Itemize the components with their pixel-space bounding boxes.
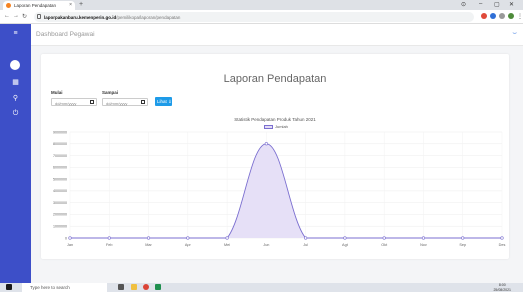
end-date-input[interactable]: dd/mm/yyyy xyxy=(102,98,148,106)
leaf-icon[interactable]: ⌣ xyxy=(512,30,517,38)
forward-arrow-icon[interactable]: → xyxy=(13,13,19,19)
taskbar-search-input[interactable]: Type here to search xyxy=(22,283,107,292)
report-title: Laporan Pendapatan xyxy=(223,73,327,85)
x-tick-label: Mei xyxy=(224,243,230,247)
hamburger-menu-icon[interactable]: ≡ xyxy=(10,30,21,37)
x-tick-label: Sep xyxy=(459,243,466,247)
start-date-label: Mulai xyxy=(51,90,63,95)
x-tick-label: Jun xyxy=(263,243,269,247)
data-point xyxy=(500,236,504,240)
x-tick-label: Agt xyxy=(342,243,349,247)
url-input[interactable]: laporpakanbaru.kemenperin.go.id/pemiliko… xyxy=(34,12,474,22)
location-pin-icon[interactable]: ⚲ xyxy=(10,94,21,102)
profile-icon[interactable]: ⊙ xyxy=(461,1,466,8)
y-tick-label: 3000000 xyxy=(53,201,67,205)
calendar-icon[interactable] xyxy=(90,100,94,104)
app-topbar: Dashboard Pegawai ⌣ xyxy=(31,24,523,46)
dashboard-icon[interactable]: ▦ xyxy=(10,78,21,86)
x-tick-label: Des xyxy=(499,243,506,247)
data-point xyxy=(461,236,465,240)
y-tick-label: 6000000 xyxy=(53,166,67,170)
close-window-button[interactable]: ✕ xyxy=(509,1,514,8)
minimize-button[interactable]: – xyxy=(479,1,482,7)
y-tick-label: 0 xyxy=(65,236,67,240)
x-tick-label: Feb xyxy=(106,243,113,247)
main-content: Laporan Pendapatan Mulai Sampai dd/mm/yy… xyxy=(31,46,523,283)
y-tick-label: 2000000 xyxy=(53,213,67,217)
start-date-placeholder: dd/mm/yyyy xyxy=(55,100,77,106)
browser-tab-strip: Laporan Pendapatan × + ⊙ – ▢ ✕ xyxy=(0,0,523,10)
end-date-placeholder: dd/mm/yyyy xyxy=(106,100,128,106)
data-point xyxy=(146,236,151,240)
browser-tab[interactable]: Laporan Pendapatan × xyxy=(3,1,75,10)
data-point xyxy=(343,236,347,240)
task-view-icon[interactable] xyxy=(118,284,124,290)
extension-icon[interactable] xyxy=(490,13,496,19)
data-point xyxy=(264,142,268,146)
user-avatar[interactable] xyxy=(10,60,20,70)
y-tick-label: 5000000 xyxy=(53,177,67,181)
url-host: laporpakanbaru.kemenperin.go.id xyxy=(44,14,117,20)
data-point xyxy=(304,236,308,240)
x-tick-label: Mar xyxy=(145,243,152,247)
data-point xyxy=(382,236,386,240)
x-tick-label: Nov xyxy=(420,243,427,247)
data-point xyxy=(107,236,111,240)
data-point xyxy=(421,236,426,240)
x-tick-label: Jan xyxy=(67,243,73,247)
chrome-icon[interactable] xyxy=(143,284,149,290)
revenue-area-chart: 9000000 8000000 7000000 6000000 5000000 40000… xyxy=(53,130,506,247)
y-tick-label: 8000000 xyxy=(53,142,67,146)
logout-icon[interactable]: ⏻ xyxy=(10,110,21,118)
y-tick-label: 7000000 xyxy=(53,154,67,158)
excel-icon[interactable] xyxy=(155,284,161,290)
site-favicon-icon xyxy=(6,3,11,8)
back-arrow-icon[interactable]: ← xyxy=(4,13,10,19)
maximize-button[interactable]: ▢ xyxy=(494,1,500,8)
extensions-puzzle-icon[interactable] xyxy=(499,13,505,19)
x-tick-label: Apr xyxy=(185,243,192,247)
data-point xyxy=(186,236,190,240)
report-card: Laporan Pendapatan Mulai Sampai dd/mm/yy… xyxy=(41,54,509,259)
close-tab-icon[interactable]: × xyxy=(69,2,72,8)
chart-title: Statistik Pendapatan Produk Tahun 2021 xyxy=(234,117,316,122)
view-report-button[interactable]: Lihat ⇓ xyxy=(155,97,172,106)
extension-icon[interactable] xyxy=(481,13,487,19)
x-tick-label: Okt xyxy=(381,243,388,247)
y-tick-label: 1000000 xyxy=(53,225,67,229)
y-tick-label: 9000000 xyxy=(53,130,67,134)
new-tab-button[interactable]: + xyxy=(79,1,83,8)
address-bar-row: ← → ↻ laporpakanbaru.kemenperin.go.id/pe… xyxy=(0,10,523,24)
taskbar-search-placeholder: Type here to search xyxy=(30,285,70,290)
end-date-label: Sampai xyxy=(102,90,119,95)
file-explorer-icon[interactable] xyxy=(131,284,137,290)
reload-icon[interactable]: ↻ xyxy=(22,13,27,20)
data-point xyxy=(225,236,229,240)
browser-menu-icon[interactable]: ⋮ xyxy=(517,13,523,20)
lock-icon xyxy=(37,14,41,19)
profile-avatar-icon[interactable] xyxy=(508,13,514,19)
app-sidebar: ≡ ▦ ⚲ ⏻ xyxy=(0,24,31,283)
page-header-title: Dashboard Pegawai xyxy=(36,31,95,38)
start-date-input[interactable]: dd/mm/yyyy xyxy=(51,98,97,106)
windows-start-icon[interactable] xyxy=(6,284,12,290)
system-clock[interactable]: 8:00 25/08/2021 xyxy=(493,283,511,292)
os-taskbar: Type here to search 8:00 25/08/2021 xyxy=(0,283,523,292)
x-tick-label: Jul xyxy=(303,243,308,247)
calendar-icon[interactable] xyxy=(141,100,145,104)
url-path: /pemilikopa/laporan/pendapatan xyxy=(116,14,181,20)
data-point xyxy=(68,236,72,240)
clock-date: 25/08/2021 xyxy=(493,287,511,292)
tab-title: Laporan Pendapatan xyxy=(14,3,57,8)
y-tick-label: 4000000 xyxy=(53,189,67,193)
